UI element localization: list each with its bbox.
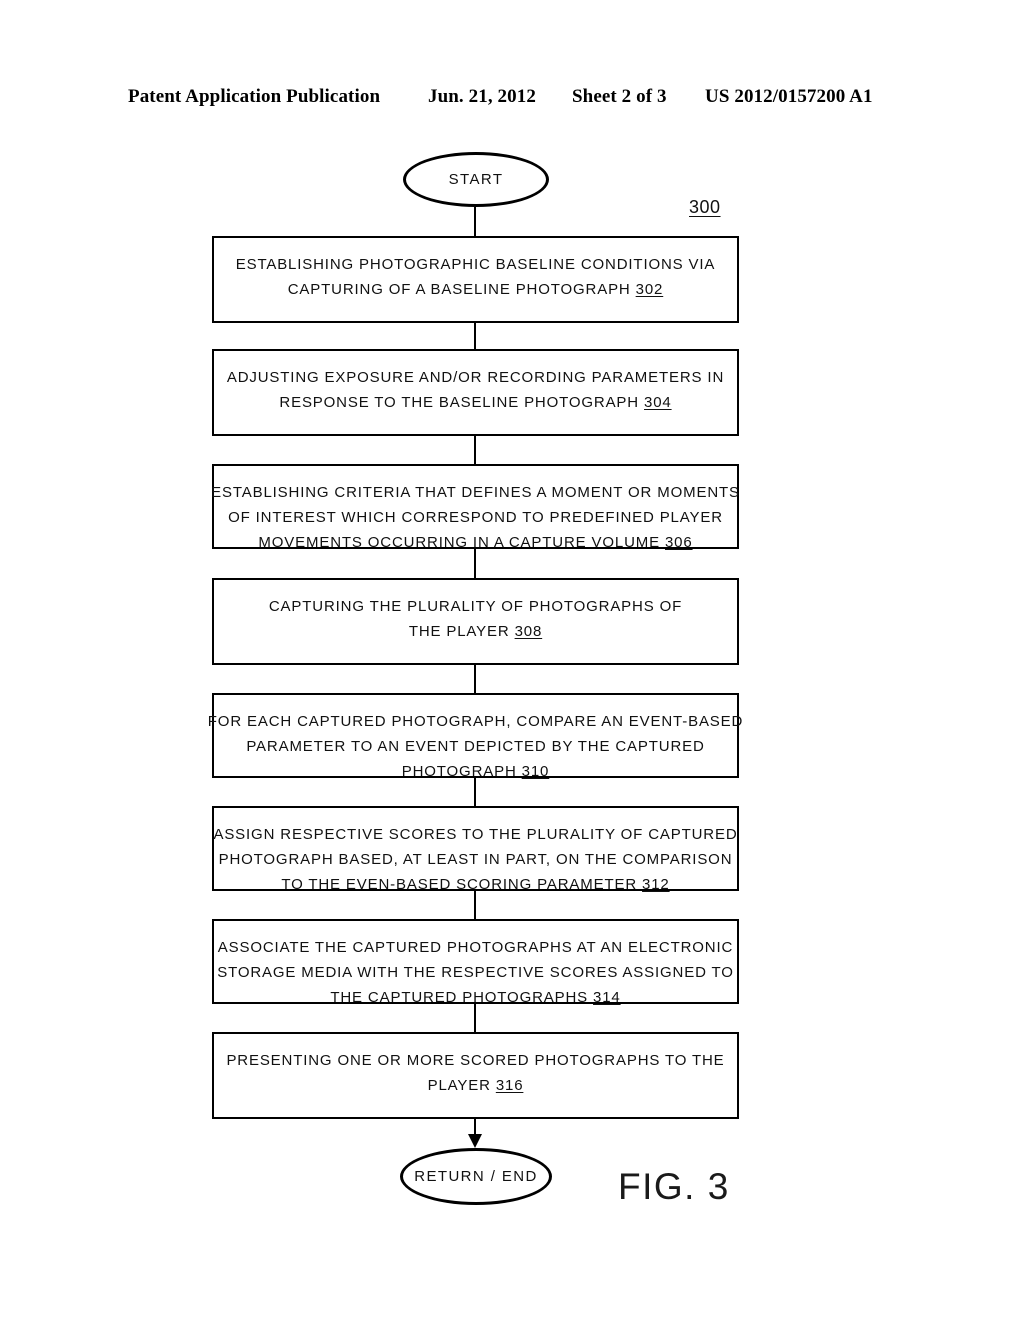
step-text: CAPTURING OF A BASELINE PHOTOGRAPH bbox=[287, 281, 631, 298]
step-text: THE PLAYER bbox=[408, 623, 510, 640]
step-reference-numeral: 312 bbox=[642, 876, 670, 893]
flowchart-connector bbox=[474, 778, 476, 806]
step-text-line: ESTABLISHING CRITERIA THAT DEFINES A MOM… bbox=[211, 484, 740, 501]
step-text: PHOTOGRAPH bbox=[401, 763, 517, 780]
flowchart-step-312: ASSIGN RESPECTIVE SCORES TO THE PLURALIT… bbox=[212, 806, 739, 893]
flowchart-step-310: FOR EACH CAPTURED PHOTOGRAPH, COMPARE AN… bbox=[208, 693, 742, 780]
step-text-line: FOR EACH CAPTURED PHOTOGRAPH, COMPARE AN… bbox=[207, 713, 744, 730]
flowchart-connector bbox=[474, 891, 476, 919]
flowchart-start-terminator: START bbox=[403, 152, 549, 207]
flowchart-step-308: CAPTURING THE PLURALITY OF PHOTOGRAPHS O… bbox=[212, 578, 739, 665]
flowchart-diagram: START 300 ESTABLISHING PHOTOGRAPHIC BASE… bbox=[0, 0, 1024, 1320]
step-text: THE CAPTURED PHOTOGRAPHS bbox=[330, 989, 589, 1006]
step-reference-numeral: 304 bbox=[644, 394, 672, 411]
step-text-line: PRESENTING ONE OR MORE SCORED PHOTOGRAPH… bbox=[226, 1052, 725, 1069]
step-text-line: PHOTOGRAPH BASED, AT LEAST IN PART, ON T… bbox=[218, 851, 733, 868]
end-terminator-label: RETURN / END bbox=[414, 1168, 538, 1185]
flowchart-connector bbox=[474, 549, 476, 578]
step-text-line: PLAYER 316 bbox=[428, 1073, 524, 1098]
step-reference-numeral: 308 bbox=[514, 623, 543, 640]
step-text-line: OF INTEREST WHICH CORRESPOND TO PREDEFIN… bbox=[228, 509, 723, 526]
step-text-line: ESTABLISHING PHOTOGRAPHIC BASELINE CONDI… bbox=[235, 256, 716, 273]
flowchart-connector bbox=[474, 207, 476, 236]
flowchart-connector bbox=[474, 665, 476, 693]
start-terminator-label: START bbox=[448, 171, 504, 188]
step-reference-numeral: 302 bbox=[635, 281, 664, 298]
flowchart-step-302: ESTABLISHING PHOTOGRAPHIC BASELINE CONDI… bbox=[212, 236, 739, 323]
flowchart-connector bbox=[474, 1004, 476, 1032]
step-reference-numeral: 310 bbox=[521, 763, 550, 780]
diagram-reference-numeral: 300 bbox=[689, 197, 721, 217]
step-text-line: CAPTURING OF A BASELINE PHOTOGRAPH 302 bbox=[288, 277, 663, 302]
step-text-line: THE PLAYER 308 bbox=[409, 619, 542, 644]
flowchart-step-304: ADJUSTING EXPOSURE AND/OR RECORDING PARA… bbox=[212, 349, 739, 436]
flowchart-connector bbox=[474, 436, 476, 464]
step-text-line: PARAMETER TO AN EVENT DEPICTED BY THE CA… bbox=[246, 738, 705, 755]
arrowhead-icon bbox=[468, 1134, 482, 1148]
flowchart-step-314: ASSOCIATE THE CAPTURED PHOTOGRAPHS AT AN… bbox=[212, 919, 739, 1006]
step-text-line: ADJUSTING EXPOSURE AND/OR RECORDING PARA… bbox=[226, 369, 725, 386]
flowchart-end-terminator: RETURN / END bbox=[400, 1148, 552, 1205]
step-text-line: ASSOCIATE THE CAPTURED PHOTOGRAPHS AT AN… bbox=[217, 939, 734, 956]
step-text: RESPONSE TO THE BASELINE PHOTOGRAPH bbox=[279, 394, 639, 411]
step-text-line: ASSIGN RESPECTIVE SCORES TO THE PLURALIT… bbox=[213, 826, 738, 843]
step-text-line: CAPTURING THE PLURALITY OF PHOTOGRAPHS O… bbox=[268, 598, 683, 615]
step-reference-numeral: 314 bbox=[593, 989, 621, 1006]
figure-caption: FIG. 3 bbox=[618, 1166, 730, 1207]
flowchart-step-306: ESTABLISHING CRITERIA THAT DEFINES A MOM… bbox=[211, 464, 740, 551]
step-reference-numeral: 316 bbox=[495, 1077, 524, 1094]
step-text: TO THE EVEN-BASED SCORING PARAMETER bbox=[281, 876, 638, 893]
step-text: PLAYER bbox=[427, 1077, 491, 1094]
step-text-line: STORAGE MEDIA WITH THE RESPECTIVE SCORES… bbox=[217, 964, 734, 981]
flowchart-step-316: PRESENTING ONE OR MORE SCORED PHOTOGRAPH… bbox=[212, 1032, 739, 1119]
step-reference-numeral: 306 bbox=[664, 534, 693, 551]
step-text-line: RESPONSE TO THE BASELINE PHOTOGRAPH 304 bbox=[279, 390, 671, 415]
step-text: MOVEMENTS OCCURRING IN A CAPTURE VOLUME bbox=[258, 534, 660, 551]
flowchart-connector bbox=[474, 323, 476, 349]
